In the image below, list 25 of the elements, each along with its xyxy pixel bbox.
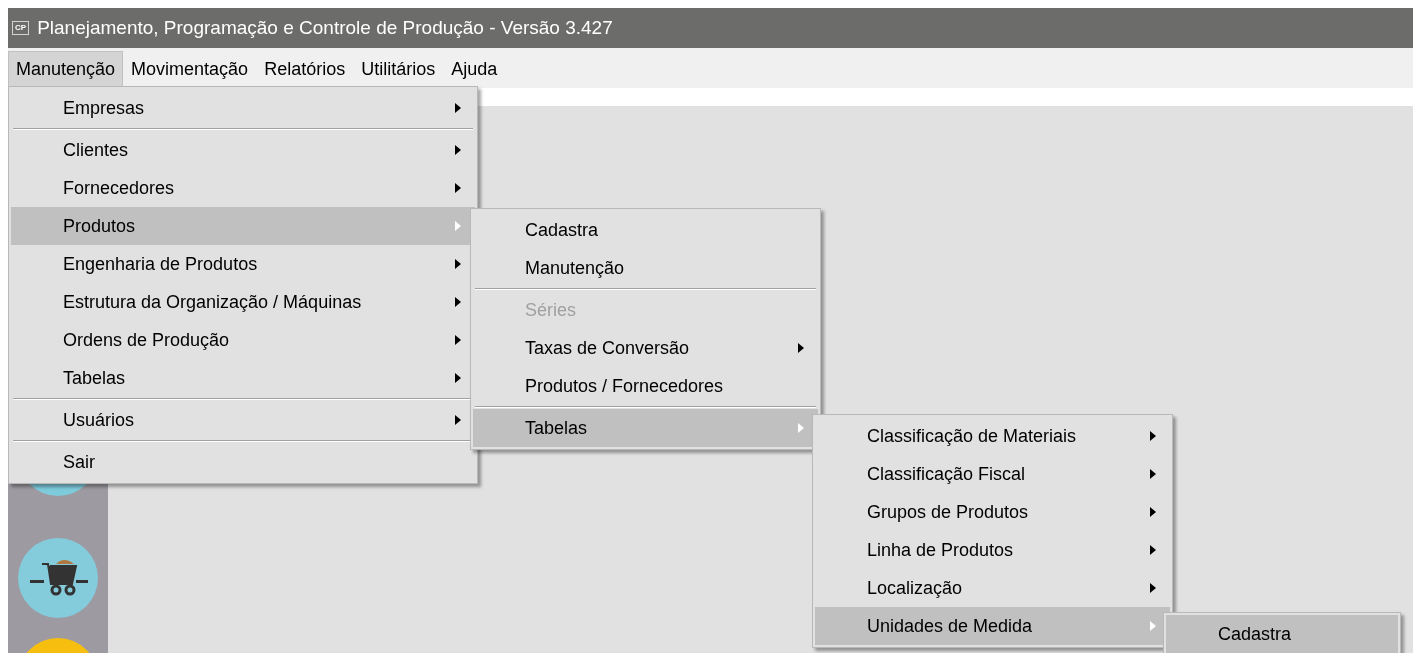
menu-item[interactable]: Unidades de Medida (815, 607, 1170, 645)
menu-item[interactable]: Produtos / Fornecedores (473, 367, 818, 405)
menu-bar-item[interactable]: Manutenção (8, 51, 124, 87)
menu-item[interactable]: Fornecedores (11, 169, 475, 207)
menu-item[interactable]: Clientes (11, 131, 475, 169)
cart-icon[interactable] (18, 538, 98, 618)
menu-item[interactable]: Localização (815, 569, 1170, 607)
menu-item[interactable]: Classificação Fiscal (815, 455, 1170, 493)
menu-bar-item[interactable]: Ajuda (443, 51, 506, 87)
menu-item[interactable]: Sair (11, 443, 475, 481)
menu-bar-item[interactable]: Relatórios (256, 51, 354, 87)
menu-bar-item[interactable]: Movimentação (123, 51, 257, 87)
menu-item[interactable]: Empresas (11, 89, 475, 127)
menu-item[interactable]: Cadastra (1166, 615, 1398, 653)
menu-item[interactable]: Linha de Produtos (815, 531, 1170, 569)
menu-item[interactable]: Produtos (11, 207, 475, 245)
menu-item[interactable]: Grupos de Produtos (815, 493, 1170, 531)
menu-item[interactable]: Taxas de Conversão (473, 329, 818, 367)
window-title: Planejamento, Programação e Controle de Produção - Versão 3.427 (37, 15, 613, 40)
menu-item[interactable]: Manutenção (473, 249, 818, 287)
menu-bar-item[interactable]: Utilitários (353, 51, 444, 87)
app-icon: CP (12, 21, 30, 35)
menu-item[interactable]: Classificação de Materiais (815, 417, 1170, 455)
menu-item[interactable]: Tabelas (473, 409, 818, 447)
menu-item[interactable]: Cadastra (473, 211, 818, 249)
